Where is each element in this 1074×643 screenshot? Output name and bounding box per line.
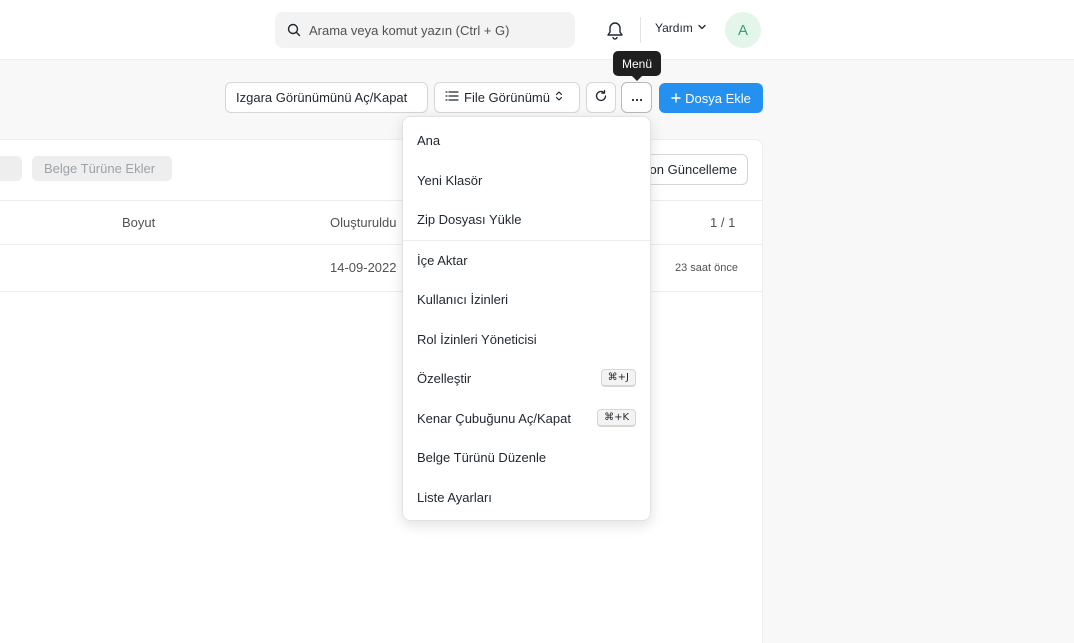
- menu-item-import[interactable]: İçe Aktar: [403, 242, 650, 278]
- shortcut-badge: ⌘+K: [597, 409, 636, 427]
- menu-item-label: Rol İzinleri Yöneticisi: [417, 331, 537, 347]
- add-file-label: Dosya Ekle: [685, 90, 751, 106]
- shortcut-badge: ⌘+J: [600, 369, 636, 387]
- help-label: Yardım: [655, 21, 693, 35]
- column-header-created[interactable]: Oluşturuldu: [330, 215, 396, 230]
- row-created-date: 14-09-2022: [330, 260, 397, 275]
- filter-field[interactable]: [0, 156, 22, 181]
- menu-item-toggle-sidebar[interactable]: Kenar Çubuğunu Aç/Kapat ⌘+K: [403, 400, 650, 436]
- add-file-button[interactable]: Dosya Ekle: [659, 83, 763, 113]
- menu-item-label: Kullanıcı İzinleri: [417, 291, 509, 307]
- menu-item-role-permissions[interactable]: Rol İzinleri Yöneticisi: [403, 321, 650, 357]
- row-modified-ago: 23 saat önce: [675, 262, 738, 274]
- menu-item-customize[interactable]: Özelleştir ⌘+J: [403, 360, 650, 396]
- plus-icon: [671, 91, 681, 106]
- sort-icon: [555, 90, 563, 105]
- menu-divider: [403, 240, 650, 241]
- menu-item-user-permissions[interactable]: Kullanıcı İzinleri: [403, 281, 650, 317]
- avatar[interactable]: A: [725, 12, 761, 48]
- menu-tooltip: Menü: [613, 51, 661, 81]
- list-count: 1 / 1: [710, 215, 736, 230]
- menu-item-label: Zip Dosyası Yükle: [417, 211, 522, 227]
- menu-item-label: Özelleştir: [417, 370, 472, 386]
- help-dropdown[interactable]: Yardım: [655, 21, 707, 35]
- menu-item-new-folder[interactable]: Yeni Klasör: [403, 162, 650, 198]
- menu-item-label: İçe Aktar: [417, 252, 468, 268]
- view-select-label: File Görünümü: [464, 90, 550, 105]
- bell-icon[interactable]: [604, 18, 626, 42]
- navbar-divider: [640, 17, 641, 43]
- more-icon: [630, 90, 644, 105]
- menu-item-upload-zip[interactable]: Zip Dosyası Yükle: [403, 201, 650, 237]
- toggle-grid-view-button[interactable]: Izgara Görünümünü Aç/Kapat: [225, 82, 428, 113]
- doctype-filter-input[interactable]: Belge Türüne Ekler: [32, 156, 172, 181]
- menu-button[interactable]: [621, 82, 652, 113]
- menu-item-edit-doctype[interactable]: Belge Türünü Düzenle: [403, 439, 650, 475]
- menu-item-list-settings[interactable]: Liste Ayarları: [403, 479, 650, 515]
- list-icon: [445, 90, 459, 105]
- menu-dropdown: Ana Yeni Klasör Zip Dosyası Yükle İçe Ak…: [402, 116, 651, 521]
- menu-item-label: Ana: [417, 132, 441, 148]
- refresh-icon: [594, 89, 608, 106]
- menu-item-label: Liste Ayarları: [417, 489, 492, 505]
- search-placeholder: Arama veya komut yazın (Ctrl + G): [309, 22, 510, 38]
- menu-item-label: Kenar Çubuğunu Aç/Kapat: [417, 410, 571, 426]
- refresh-button[interactable]: [586, 82, 616, 113]
- menu-item-label: Yeni Klasör: [417, 172, 483, 188]
- menu-item-label: Belge Türünü Düzenle: [417, 449, 547, 465]
- navbar: Arama veya komut yazın (Ctrl + G) Yardım…: [0, 0, 1074, 60]
- menu-item-home[interactable]: Ana: [403, 122, 650, 158]
- search-icon: [287, 23, 301, 37]
- chevron-down-icon: [697, 21, 707, 35]
- column-header-size[interactable]: Boyut: [122, 215, 155, 230]
- search-input[interactable]: Arama veya komut yazın (Ctrl + G): [275, 12, 575, 48]
- view-select-button[interactable]: File Görünümü: [434, 82, 580, 113]
